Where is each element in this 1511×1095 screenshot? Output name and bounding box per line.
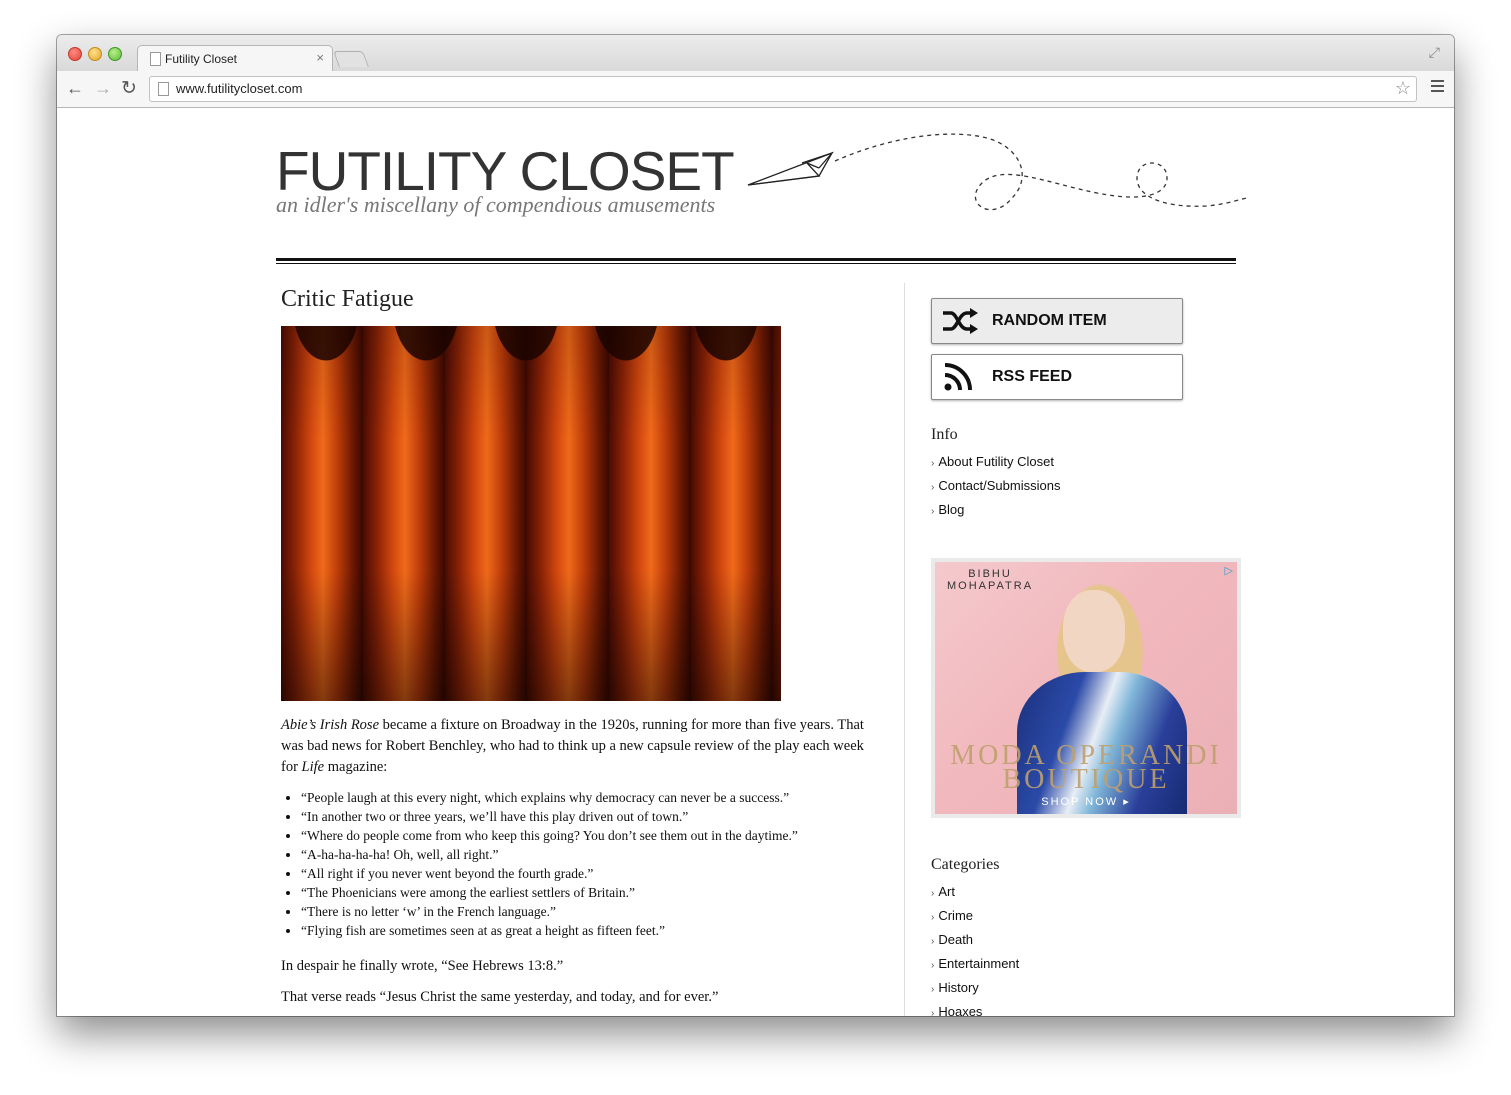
list-item: “People laugh at this every night, which… [301,788,871,807]
header-rule-thin [276,263,1236,264]
paper-plane-icon [747,133,1247,211]
list-item: “Flying fish are sometimes seen at as gr… [301,921,871,940]
categories-list: › Art › Crime › Death › Entertainment › Histo… [931,881,1019,1016]
categories-heading: Categories [931,856,1000,873]
url-text[interactable]: www.futilitycloset.com [176,81,302,96]
category-entertainment[interactable]: › Entertainment [931,953,1019,977]
post-closing-verse: That verse reads “Jesus Christ the same … [281,989,719,1005]
quote-list: “People laugh at this every night, which… [281,788,871,940]
category-death[interactable]: › Death [931,929,1019,953]
page-icon [158,82,169,96]
header-rule [276,258,1236,261]
info-heading: Info [931,426,958,443]
rss-icon [944,363,972,391]
post-intro-title: Abie’s Irish Rose [281,717,380,733]
list-item: “The Phoenicians were among the earliest… [301,883,871,902]
post-closing: In despair he finally wrote, “See Hebrew… [281,958,564,974]
list-item: “A-ha-ha-ha-ha! Oh, well, all right.” [301,845,871,864]
info-link-contact[interactable]: › Contact/Submissions [931,475,1060,499]
list-item: “Where do people come from who keep this… [301,826,871,845]
random-item-button[interactable]: RANDOM ITEM [931,298,1183,344]
address-bar[interactable]: www.futilitycloset.com ☆ [149,76,1417,102]
maximize-window-button[interactable] [108,47,122,61]
info-links: › About Futility Closet › Contact/Submissi… [931,451,1060,523]
ad-choices-icon[interactable]: ▷ [1225,564,1233,577]
bookmark-star-icon[interactable]: ☆ [1395,78,1411,99]
browser-window: Futility Closet × ⤢ ← → ↻ www.futilitycl… [57,35,1454,1016]
random-item-label: RANDOM ITEM [992,312,1107,329]
info-link-blog[interactable]: › Blog [931,499,1060,523]
close-window-button[interactable] [68,47,82,61]
category-history[interactable]: › History [931,977,1019,1001]
list-item: “There is no letter ‘w’ in the French la… [301,902,871,921]
back-arrow-icon[interactable]: ← [66,78,84,99]
ad-title: MODA OPERANDI BOUTIQUE [950,740,1222,795]
list-item: “In another two or three years, we’ll ha… [301,807,871,826]
reload-icon[interactable]: ↻ [121,77,137,100]
post-image-curtain [281,326,781,701]
info-link-about[interactable]: › About Futility Closet [931,451,1060,475]
advertisement[interactable]: BIBHU MOHAPATRA MODA OPERANDI BOUTIQUE S… [931,558,1241,818]
fullscreen-icon[interactable]: ⤢ [1429,44,1440,61]
ad-brand: BIBHU MOHAPATRA [947,568,1034,592]
browser-tab[interactable]: Futility Closet × [137,45,333,72]
post-intro: Abie’s Irish Rose became a fixture on Br… [281,717,864,775]
forward-arrow-icon[interactable]: → [94,78,112,99]
minimize-window-button[interactable] [88,47,102,61]
category-hoaxes[interactable]: › Hoaxes [931,1001,1019,1016]
rss-feed-label: RSS FEED [992,368,1073,385]
post-title[interactable]: Critic Fatigue [281,286,414,313]
close-tab-icon[interactable]: × [316,50,324,65]
browser-toolbar: ← → ↻ www.futilitycloset.com ☆ [57,71,1454,108]
shuffle-icon [943,308,978,334]
title-bar: Futility Closet × ⤢ [57,35,1454,72]
ad-shop-now-link[interactable]: SHOP NOW ▸ [935,795,1237,808]
page-viewport: FUTILITY CLOSET an idler's miscellany of… [57,108,1454,1016]
ad-banner[interactable]: BIBHU MOHAPATRA MODA OPERANDI BOUTIQUE S… [935,562,1237,814]
rss-feed-button[interactable]: RSS FEED [931,354,1183,400]
list-item: “All right if you never went beyond the … [301,864,871,883]
page-icon [150,52,161,66]
column-divider [904,283,905,1016]
post-body: Abie’s Irish Rose became a fixture on Br… [281,715,871,1016]
category-art[interactable]: › Art [931,881,1019,905]
tab-title: Futility Closet [165,52,238,66]
site-tagline: an idler's miscellany of compendious amu… [276,192,716,217]
category-crime[interactable]: › Crime [931,905,1019,929]
ad-model-face [1063,590,1125,672]
menu-icon[interactable] [1431,80,1444,95]
new-tab-button[interactable] [333,51,369,67]
